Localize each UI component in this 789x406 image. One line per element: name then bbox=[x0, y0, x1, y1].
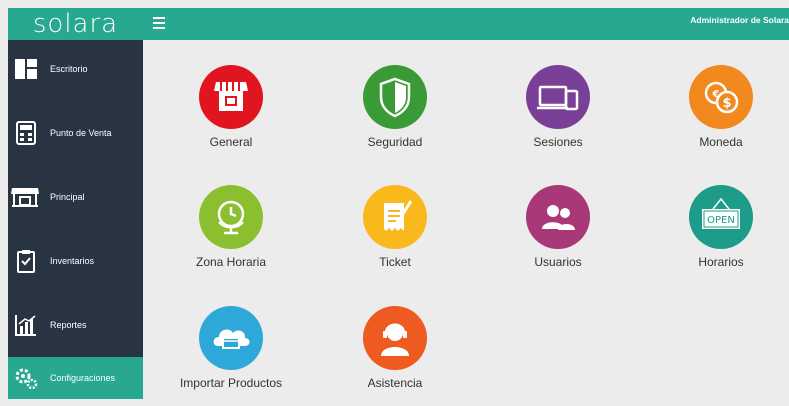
user-menu[interactable]: Administrador de Solara bbox=[690, 8, 789, 40]
tile-label: Seguridad bbox=[367, 135, 423, 149]
tile-zona-horaria[interactable]: Zona Horaria bbox=[151, 185, 311, 285]
app-logo[interactable]: solara bbox=[8, 8, 143, 40]
shield-icon bbox=[363, 65, 427, 129]
tile-importar-productos[interactable]: Importar Productos bbox=[151, 306, 311, 406]
store-icon bbox=[199, 65, 263, 129]
tile-label: Sesiones bbox=[533, 135, 583, 149]
tile-label: Importar Productos bbox=[179, 376, 283, 390]
sidebar-item-label: Principal bbox=[50, 192, 85, 202]
sidebar-item-principal[interactable]: Principal bbox=[8, 176, 143, 218]
ticket-icon bbox=[363, 185, 427, 249]
svg-text:€: € bbox=[712, 89, 720, 100]
calculator-icon bbox=[14, 121, 38, 145]
tile-sesiones[interactable]: Sesiones bbox=[478, 65, 638, 165]
svg-text:$: $ bbox=[722, 96, 731, 111]
tile-asistencia[interactable]: Asistencia bbox=[315, 306, 475, 406]
sidebar-item-label: Configuraciones bbox=[50, 373, 116, 383]
tile-label: Asistencia bbox=[367, 376, 423, 390]
tile-label: Horarios bbox=[698, 255, 744, 269]
settings-grid: General Seguridad Sesiones $ € Moneda Zon… bbox=[143, 40, 789, 399]
sidebar-item-label: Punto de Venta bbox=[50, 128, 112, 138]
store-icon bbox=[10, 185, 40, 209]
tile-general[interactable]: General bbox=[151, 65, 311, 165]
currency-exchange-icon: $ € bbox=[689, 65, 753, 129]
globe-clock-icon bbox=[199, 185, 263, 249]
support-agent-icon bbox=[363, 306, 427, 370]
devices-icon bbox=[526, 65, 590, 129]
top-bar: solara Administrador de Solara bbox=[8, 8, 789, 40]
tile-ticket[interactable]: Ticket bbox=[315, 185, 475, 285]
sidebar-item-configuraciones[interactable]: Configuraciones bbox=[8, 357, 143, 399]
tile-label: Ticket bbox=[379, 255, 411, 269]
sidebar-item-escritorio[interactable]: Escritorio bbox=[8, 48, 143, 90]
cloud-box-icon bbox=[199, 306, 263, 370]
desktop-icon bbox=[14, 57, 38, 81]
gears-icon bbox=[14, 366, 38, 390]
open-sign-icon: OPEN bbox=[689, 185, 753, 249]
tile-seguridad[interactable]: Seguridad bbox=[315, 65, 475, 165]
tile-label: Zona Horaria bbox=[195, 255, 267, 269]
sidebar: Escritorio Punto de Venta Principal Inve… bbox=[8, 40, 143, 399]
sidebar-item-reportes[interactable]: Reportes bbox=[8, 304, 143, 346]
sidebar-item-inventarios[interactable]: Inventarios bbox=[8, 240, 143, 282]
users-icon bbox=[526, 185, 590, 249]
menu-toggle-icon[interactable] bbox=[153, 17, 165, 29]
tile-horarios[interactable]: OPEN Horarios bbox=[641, 185, 789, 285]
svg-text:OPEN: OPEN bbox=[707, 215, 735, 226]
tile-label: Usuarios bbox=[534, 255, 582, 269]
tile-usuarios[interactable]: Usuarios bbox=[478, 185, 638, 285]
bar-chart-icon bbox=[14, 313, 38, 337]
sidebar-item-punto-de-venta[interactable]: Punto de Venta bbox=[8, 112, 143, 154]
sidebar-item-label: Inventarios bbox=[50, 256, 95, 266]
tile-label: Moneda bbox=[699, 135, 743, 149]
clipboard-check-icon bbox=[14, 249, 38, 273]
tile-moneda[interactable]: $ € Moneda bbox=[641, 65, 789, 165]
tile-label: General bbox=[209, 135, 253, 149]
sidebar-item-label: Reportes bbox=[50, 320, 87, 330]
sidebar-item-label: Escritorio bbox=[50, 64, 88, 74]
